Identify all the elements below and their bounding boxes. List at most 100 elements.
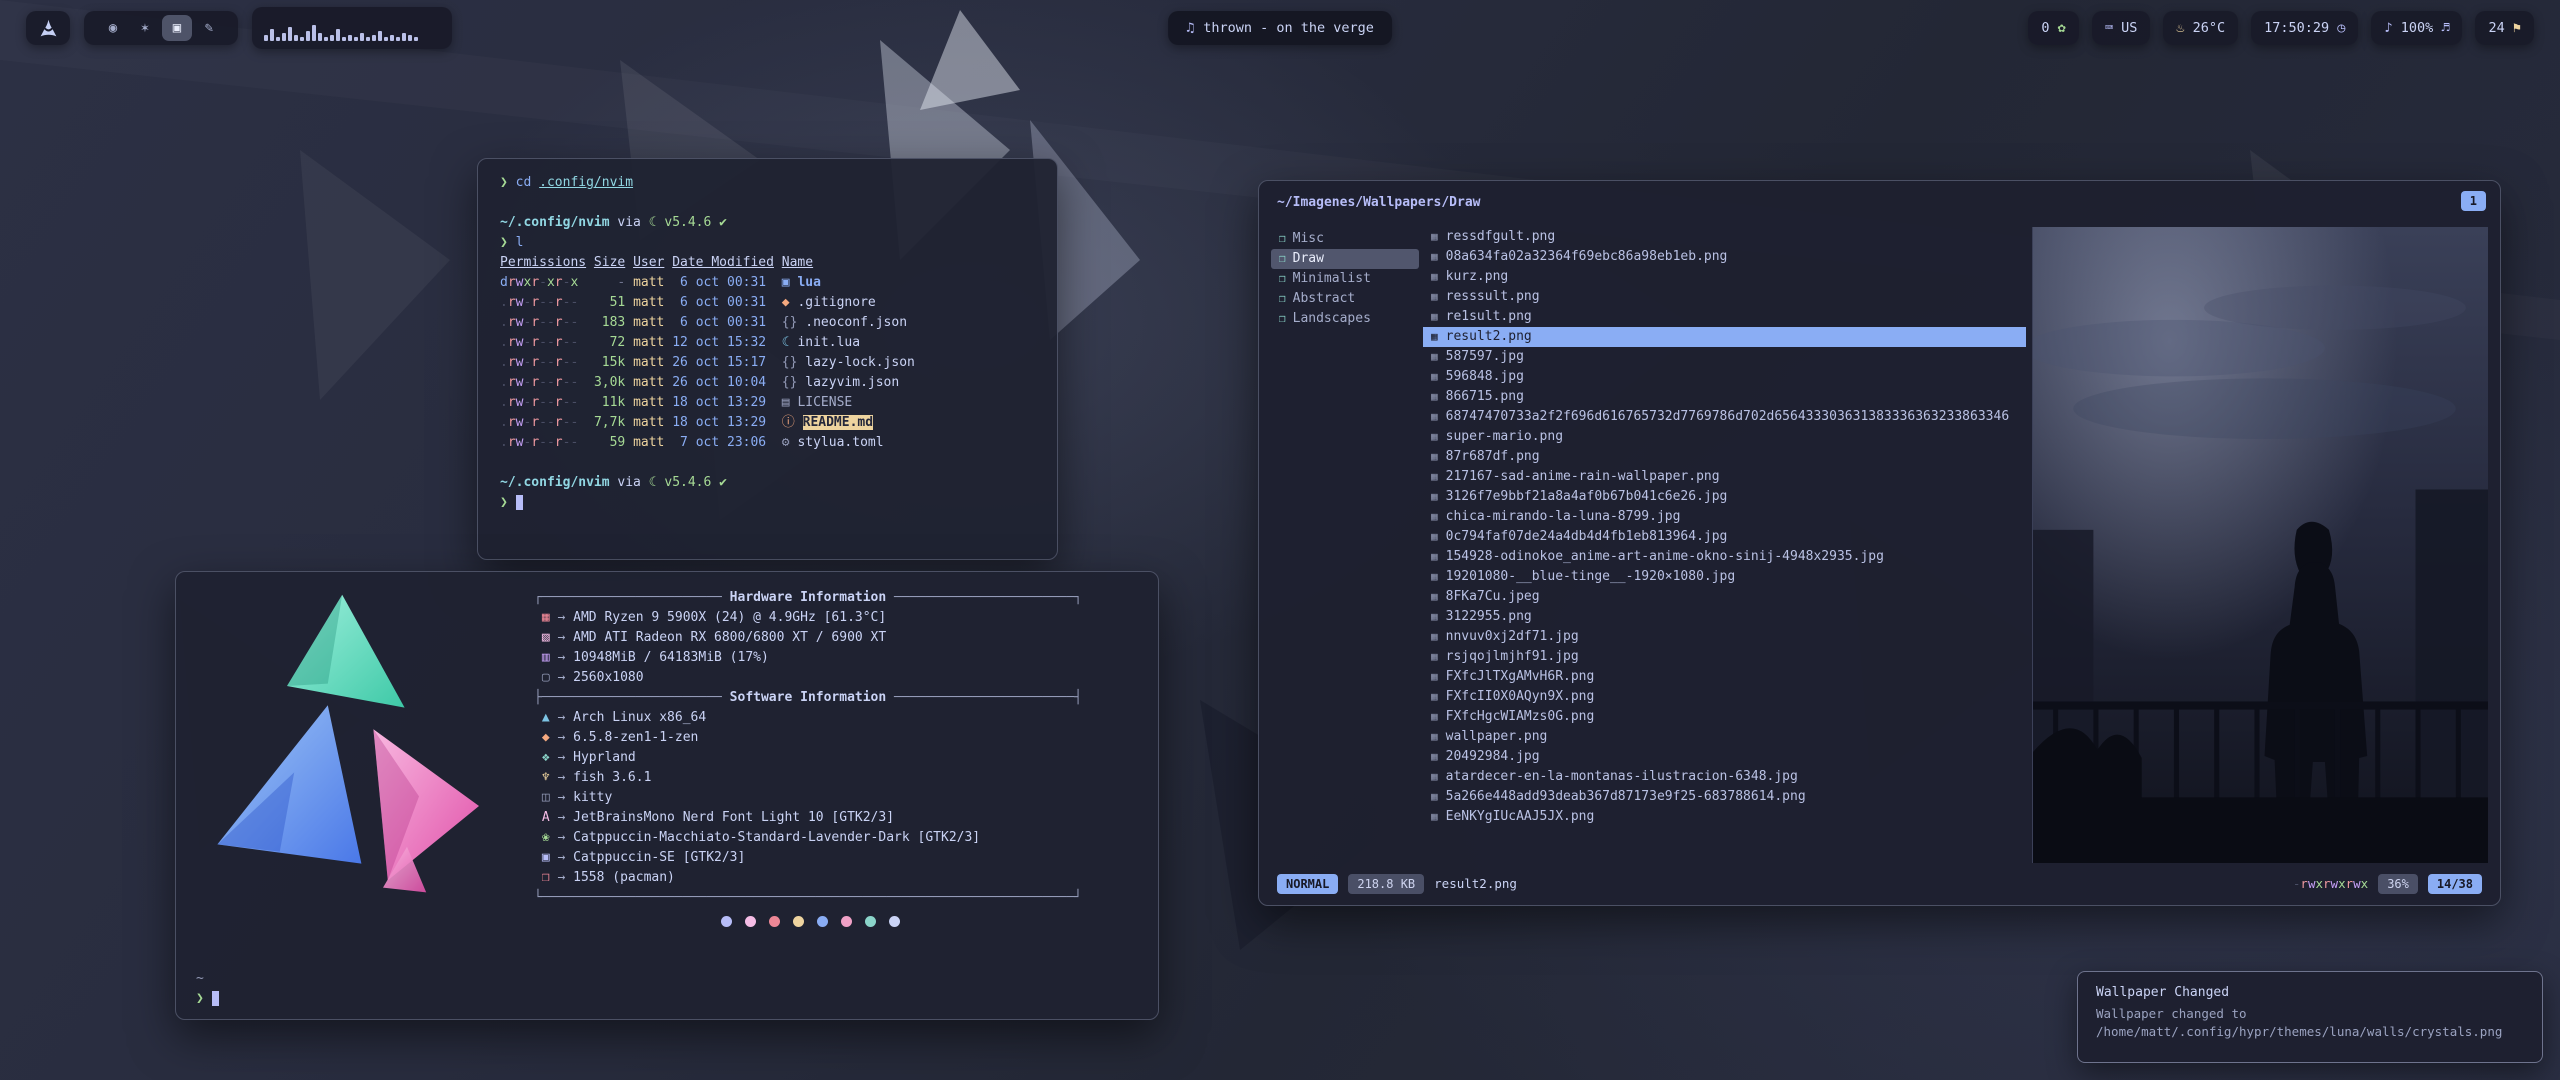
file-name: 596848.jpg bbox=[1446, 367, 1524, 387]
file-item[interactable]: ▦EeNKYgIUcAAJ5JX.png bbox=[1423, 807, 2026, 827]
bar-left: ◉✶▣✎ bbox=[26, 7, 452, 49]
volume-module[interactable]: ♪ 100% ♬ bbox=[2371, 11, 2462, 45]
status-bar: NORMAL 218.8 KB result2.png -rwxrwxrwx 3… bbox=[1277, 873, 2482, 895]
terminal-line: ~/.config/nvim via ☾ v5.4.6 ✔ bbox=[500, 473, 1057, 493]
file-name: super-mario.png bbox=[1446, 427, 1563, 447]
terminal-window[interactable]: ❯ cd .config/nvim ~/.config/nvim via ☾ v… bbox=[477, 158, 1058, 560]
notifications-label: 24 bbox=[2488, 20, 2512, 36]
fastfetch-window[interactable]: ┌─────────────────────── Hardware Inform… bbox=[175, 571, 1159, 1020]
terminal-line: ◫ → kitty bbox=[534, 788, 1114, 808]
file-item[interactable]: ▦nnvuv0xj2df71.jpg bbox=[1423, 627, 2026, 647]
file-item[interactable]: ▦3126f7e9bbf21a8a4af0b67b041c6e26.jpg bbox=[1423, 487, 2026, 507]
image-file-icon: ▦ bbox=[1431, 567, 1438, 587]
file-item[interactable]: ▦596848.jpg bbox=[1423, 367, 2026, 387]
file-item[interactable]: ▦ressdfgult.png bbox=[1423, 227, 2026, 247]
temperature-module[interactable]: ♨ 26°C bbox=[2163, 11, 2238, 45]
workspace-design[interactable]: ✎ bbox=[194, 15, 224, 41]
workspace-chat[interactable]: ✶ bbox=[130, 15, 160, 41]
sidebar-item-abstract[interactable]: ❒Abstract bbox=[1271, 289, 1419, 309]
workspace-files[interactable]: ▣ bbox=[162, 15, 192, 41]
clock-icon: ◷ bbox=[2337, 20, 2345, 36]
terminal-line: ❯ bbox=[500, 493, 1057, 513]
file-item[interactable]: ▦68747470733a2f2f696d616765732d7769786d7… bbox=[1423, 407, 2026, 427]
file-item[interactable]: ▦wallpaper.png bbox=[1423, 727, 2026, 747]
image-file-icon: ▦ bbox=[1431, 727, 1438, 747]
tab-badge[interactable]: 1 bbox=[2461, 191, 2486, 211]
file-item[interactable]: ▦chica-mirando-la-luna-8799.jpg bbox=[1423, 507, 2026, 527]
file-item[interactable]: ▦3122955.png bbox=[1423, 607, 2026, 627]
file-item[interactable]: ▦kurz.png bbox=[1423, 267, 2026, 287]
notification-toast[interactable]: Wallpaper Changed Wallpaper changed to /… bbox=[2077, 971, 2543, 1063]
media-module[interactable]: ♫ thrown - on the verge bbox=[1168, 11, 1392, 45]
terminal-line: Permissions Size User Date Modified Name bbox=[500, 253, 1057, 273]
terminal-line: ▥ → 10948MiB / 64183MiB (17%) bbox=[534, 648, 1114, 668]
file-item[interactable]: ▦5a266e448add93deab367d87173e9f25-683788… bbox=[1423, 787, 2026, 807]
sidebar-item-draw[interactable]: ❒Draw bbox=[1271, 249, 1419, 269]
file-item[interactable]: ▦866715.png bbox=[1423, 387, 2026, 407]
file-item[interactable]: ▦ re1sult.png bbox=[1423, 307, 2026, 327]
file-name: 3126f7e9bbf21a8a4af0b67b041c6e26.jpg bbox=[1446, 487, 1728, 507]
file-name: re1sult.png bbox=[1446, 307, 1532, 327]
file-item[interactable]: ▦atardecer-en-la-montanas-ilustracion-63… bbox=[1423, 767, 2026, 787]
clock-module[interactable]: 17:50:29 ◷ bbox=[2251, 11, 2358, 45]
file-item[interactable]: ▦resssult.png bbox=[1423, 287, 2026, 307]
terminal-line: .rw-r--r-- 51 matt 6 oct 00:31 ◆ .gitign… bbox=[500, 293, 1057, 313]
file-item[interactable]: ▦87r687df.png bbox=[1423, 447, 2026, 467]
file-item[interactable]: ▦0c794faf07de24a4db4d4fb1eb813964.jpg bbox=[1423, 527, 2026, 547]
file-item[interactable]: ▦8FKa7Cu.jpeg bbox=[1423, 587, 2026, 607]
keyboard-layout-module[interactable]: ⌨ US bbox=[2092, 11, 2151, 45]
terminal-line: ❖ → Hyprland bbox=[534, 748, 1114, 768]
permission-string: .rw-r--r-- bbox=[500, 335, 578, 350]
permission-string: .rw-r--r-- bbox=[500, 435, 578, 450]
file-item[interactable]: ▦FXfcII0X0AQyn9X.png bbox=[1423, 687, 2026, 707]
image-file-icon: ▦ bbox=[1431, 307, 1438, 327]
image-file-icon: ▦ bbox=[1431, 627, 1438, 647]
image-file-icon: ▦ bbox=[1431, 747, 1438, 767]
json-icon: {} bbox=[782, 375, 805, 390]
packages-icon: ❒ bbox=[542, 870, 550, 885]
terminal-line: ❯ bbox=[196, 989, 219, 1009]
file-item[interactable]: ▦587597.jpg bbox=[1423, 347, 2026, 367]
workspace-browser[interactable]: ◉ bbox=[98, 15, 128, 41]
folder-icon: ❒ bbox=[1279, 249, 1286, 269]
file-item[interactable]: ▦19201080-__blue-tinge__-1920×1080.jpg bbox=[1423, 567, 2026, 587]
visualizer-bar bbox=[312, 25, 316, 41]
file-name: kurz.png bbox=[1446, 267, 1509, 287]
file-item[interactable]: ▦08a634fa02a32364f69ebc86a98eb1eb.png bbox=[1423, 247, 2026, 267]
gear-icon: ⚙ bbox=[782, 435, 798, 450]
notifications-module[interactable]: 24 ⚑ bbox=[2475, 11, 2534, 45]
visualizer-bar bbox=[414, 37, 418, 41]
visualizer bbox=[252, 7, 452, 49]
memory-icon: ▥ bbox=[542, 650, 550, 665]
visualizer-bar bbox=[336, 29, 340, 41]
file-manager-body: ❒Misc❒Draw❒Minimalist❒Abstract❒Landscape… bbox=[1271, 227, 2488, 863]
sidebar-item-misc[interactable]: ❒Misc bbox=[1271, 229, 1419, 249]
file-item[interactable]: ▦217167-sad-anime-rain-wallpaper.png bbox=[1423, 467, 2026, 487]
file-item[interactable]: ▦FXfcJlTXgAMvH6R.png bbox=[1423, 667, 2026, 687]
sidebar-item-minimalist[interactable]: ❒Minimalist bbox=[1271, 269, 1419, 289]
terminal-line: ▧ → AMD ATI Radeon RX 6800/6800 XT / 690… bbox=[534, 628, 1114, 648]
mode-badge: NORMAL bbox=[1277, 874, 1338, 894]
file-item[interactable]: ▦rsjqojlmjhf91.jpg bbox=[1423, 647, 2026, 667]
file-item[interactable]: ▦154928-odinokoe_anime-art-anime-okno-si… bbox=[1423, 547, 2026, 567]
volume-label: 100% bbox=[2401, 20, 2442, 36]
launcher-button[interactable] bbox=[26, 11, 70, 45]
image-file-icon: ▦ bbox=[1431, 227, 1438, 247]
updates-module[interactable]: 0 ✿ bbox=[2028, 11, 2078, 45]
file-item[interactable]: ▦result2.png bbox=[1423, 327, 2026, 347]
terminal-line: ❯ cd .config/nvim bbox=[500, 173, 1057, 193]
visualizer-bar bbox=[294, 35, 298, 41]
color-dot bbox=[865, 916, 876, 927]
sidebar-item-landscapes[interactable]: ❒Landscapes bbox=[1271, 309, 1419, 329]
file-item[interactable]: ▦FXfcHgcWIAMzs0G.png bbox=[1423, 707, 2026, 727]
kernel-icon: ◆ bbox=[542, 730, 550, 745]
terminal-line: .rw-r--r-- 3,0k matt 26 oct 10:04 {} laz… bbox=[500, 373, 1057, 393]
theme-icon: ❀ bbox=[542, 830, 550, 845]
file-item[interactable]: ▦20492984.jpg bbox=[1423, 747, 2026, 767]
breadcrumb-path: ~/Imagenes/Wallpapers/Draw bbox=[1277, 195, 1481, 210]
file-item[interactable]: ▦super-mario.png bbox=[1423, 427, 2026, 447]
terminal-line: ┌─────────────────────── Hardware Inform… bbox=[534, 588, 1114, 608]
workspaces: ◉✶▣✎ bbox=[84, 11, 238, 45]
file-manager-window[interactable]: ~/Imagenes/Wallpapers/Draw 1 ❒Misc❒Draw❒… bbox=[1258, 180, 2501, 906]
directory-name: Abstract bbox=[1293, 289, 1356, 309]
